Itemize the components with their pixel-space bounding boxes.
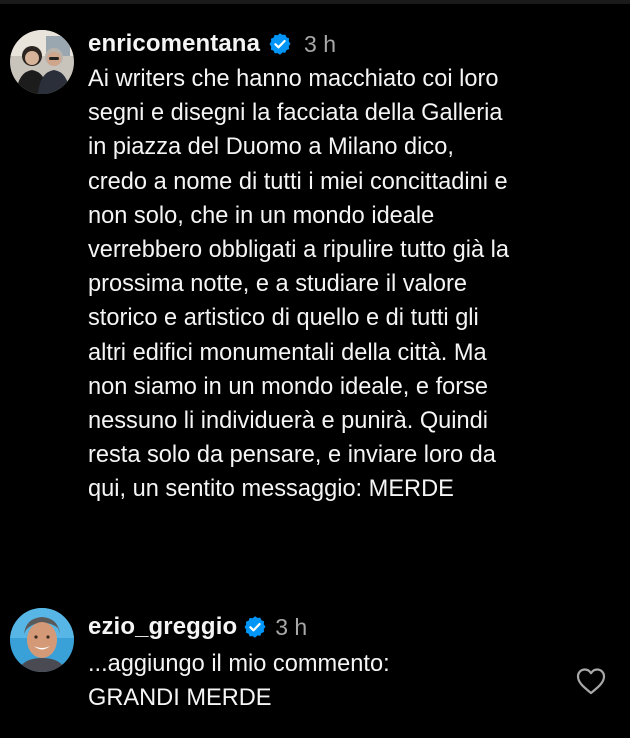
comment-text: Ai writers che hanno macchiato coi loro … [88, 66, 510, 503]
timestamp: 3 h [304, 30, 337, 57]
timestamp: 3 h [275, 613, 308, 640]
username[interactable]: enricomentana [88, 30, 260, 58]
verified-badge-icon [268, 32, 292, 56]
verified-badge-icon [243, 615, 267, 639]
avatar[interactable] [10, 30, 74, 94]
top-divider [0, 0, 630, 4]
comment-header: enricomentana 3 h [88, 30, 336, 58]
comment-header: ezio_greggio 3 h [88, 613, 307, 641]
heart-outline-icon[interactable] [575, 666, 607, 696]
username[interactable]: ezio_greggio [88, 613, 237, 641]
next-comment-cutoff [88, 730, 388, 738]
comment-text: ...aggiungo il mio commento: GRANDI MERD… [88, 651, 390, 712]
avatar[interactable] [10, 608, 74, 672]
